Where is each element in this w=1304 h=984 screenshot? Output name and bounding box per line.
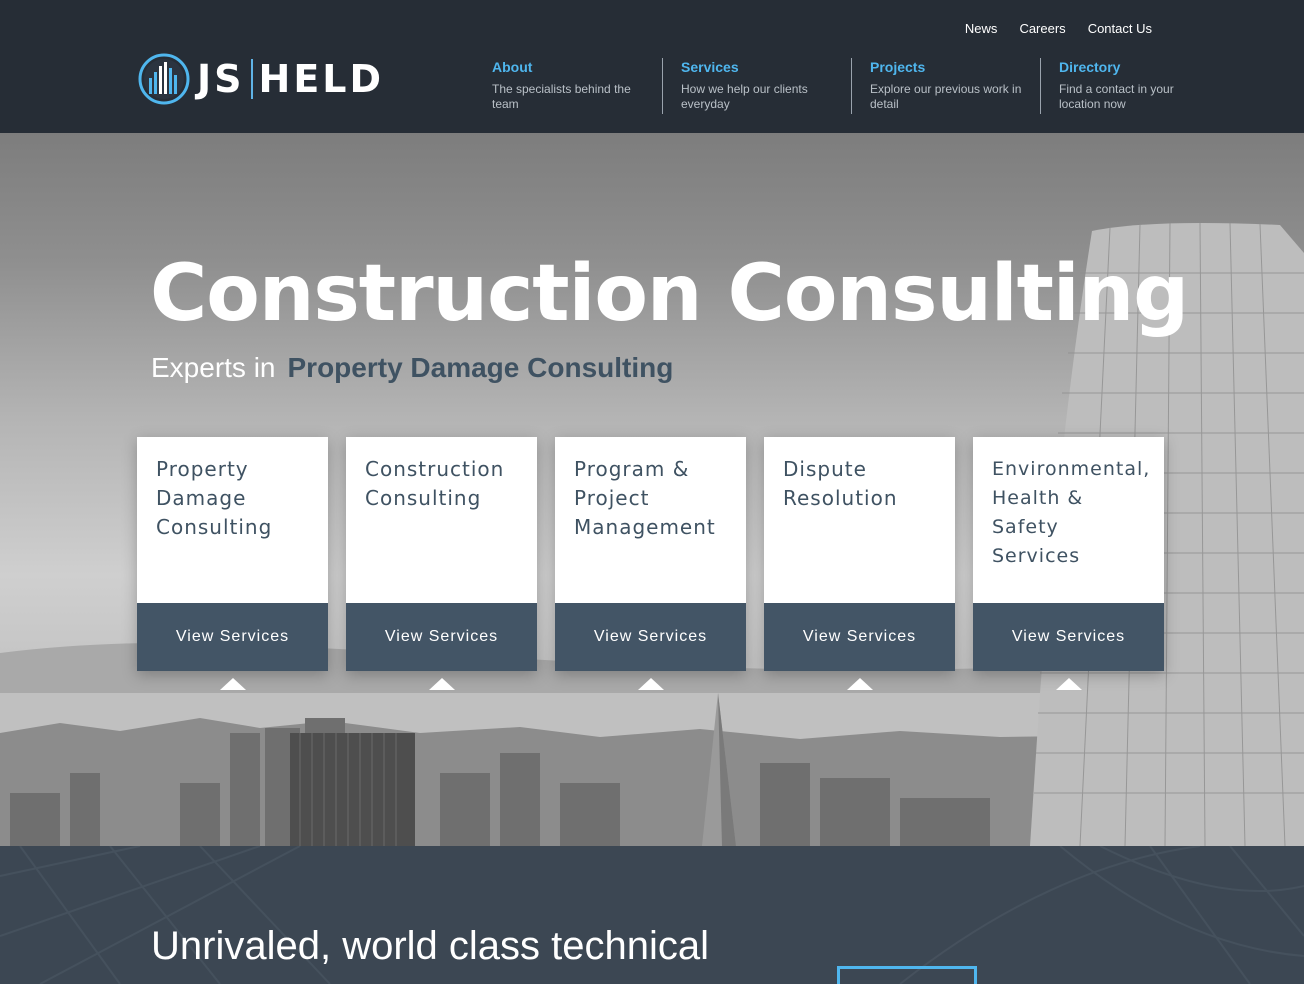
logo[interactable]: JS HELD: [137, 52, 384, 106]
service-card: Property Damage Consulting View Services: [137, 437, 328, 690]
site-header: JS HELD News Careers Contact Us About Th…: [0, 0, 1304, 133]
hero-banner: Construction Consulting Experts in Prope…: [0, 133, 1304, 846]
main-nav: About The specialists behind the team Se…: [492, 58, 1229, 114]
view-services-button[interactable]: View Services: [137, 603, 328, 671]
card-title: Environmental, Health & Safety Services: [992, 458, 1151, 567]
hero-subtitle: Experts in Property Damage Consulting: [151, 352, 673, 384]
service-card: Construction Consulting View Services: [346, 437, 537, 690]
card-body: Dispute Resolution: [764, 437, 955, 603]
nav-description: Find a contact in your location now: [1059, 82, 1174, 111]
utility-link-careers[interactable]: Careers: [1019, 21, 1065, 36]
logo-mark-icon: [138, 53, 190, 105]
nav-title[interactable]: Projects: [870, 59, 1022, 75]
service-card: Environmental, Health & Safety Services …: [973, 437, 1164, 690]
nav-item-services[interactable]: Services How we help our clients everyda…: [681, 58, 851, 114]
nav-title[interactable]: Services: [681, 59, 833, 75]
nav-item-about[interactable]: About The specialists behind the team: [492, 58, 662, 114]
nav-description: How we help our clients everyday: [681, 82, 808, 111]
hero-title: Construction Consulting: [150, 249, 1189, 339]
card-title: Program & Project Management: [574, 457, 716, 539]
logo-wordmark: JS HELD: [197, 57, 384, 101]
view-services-button[interactable]: View Services: [973, 603, 1164, 671]
nav-divider: [851, 58, 852, 114]
nav-description: The specialists behind the team: [492, 82, 631, 111]
hero-subtitle-highlight: Property Damage Consulting: [287, 352, 674, 383]
card-body: Property Damage Consulting: [137, 437, 328, 603]
card-title: Property Damage Consulting: [156, 457, 273, 539]
logo-name-right: HELD: [258, 57, 385, 101]
card-pointer: [428, 678, 455, 690]
view-services-button[interactable]: View Services: [764, 603, 955, 671]
card-pointer: [219, 678, 246, 690]
card-pointer: [637, 678, 664, 690]
logo-name-left: JS: [197, 57, 245, 101]
card-body: Program & Project Management: [555, 437, 746, 603]
logo-separator: [250, 59, 253, 99]
card-title: Dispute Resolution: [783, 457, 898, 510]
nav-item-directory[interactable]: Directory Find a contact in your locatio…: [1059, 58, 1229, 114]
nav-title[interactable]: About: [492, 59, 644, 75]
service-card: Dispute Resolution View Services: [764, 437, 955, 690]
view-services-button[interactable]: View Services: [555, 603, 746, 671]
nav-item-projects[interactable]: Projects Explore our previous work in de…: [870, 58, 1040, 114]
service-card: Program & Project Management View Servic…: [555, 437, 746, 690]
hero-subtitle-prefix: Experts in: [151, 352, 276, 383]
card-title: Construction Consulting: [365, 457, 505, 510]
service-cards: Property Damage Consulting View Services…: [137, 437, 1164, 690]
view-services-button[interactable]: View Services: [346, 603, 537, 671]
section-title: Unrivaled, world class technical: [151, 924, 710, 968]
intro-section: Unrivaled, world class technical: [0, 846, 1304, 984]
utility-link-contact[interactable]: Contact Us: [1088, 21, 1152, 36]
card-body: Environmental, Health & Safety Services: [973, 437, 1164, 603]
card-pointer: [1055, 678, 1082, 690]
utility-link-news[interactable]: News: [965, 21, 998, 36]
nav-divider: [662, 58, 663, 114]
nav-title[interactable]: Directory: [1059, 59, 1211, 75]
nav-description: Explore our previous work in detail: [870, 82, 1022, 111]
card-pointer: [846, 678, 873, 690]
card-body: Construction Consulting: [346, 437, 537, 603]
nav-divider: [1040, 58, 1041, 114]
utility-nav: News Careers Contact Us: [965, 21, 1152, 36]
outline-button[interactable]: [837, 966, 977, 984]
